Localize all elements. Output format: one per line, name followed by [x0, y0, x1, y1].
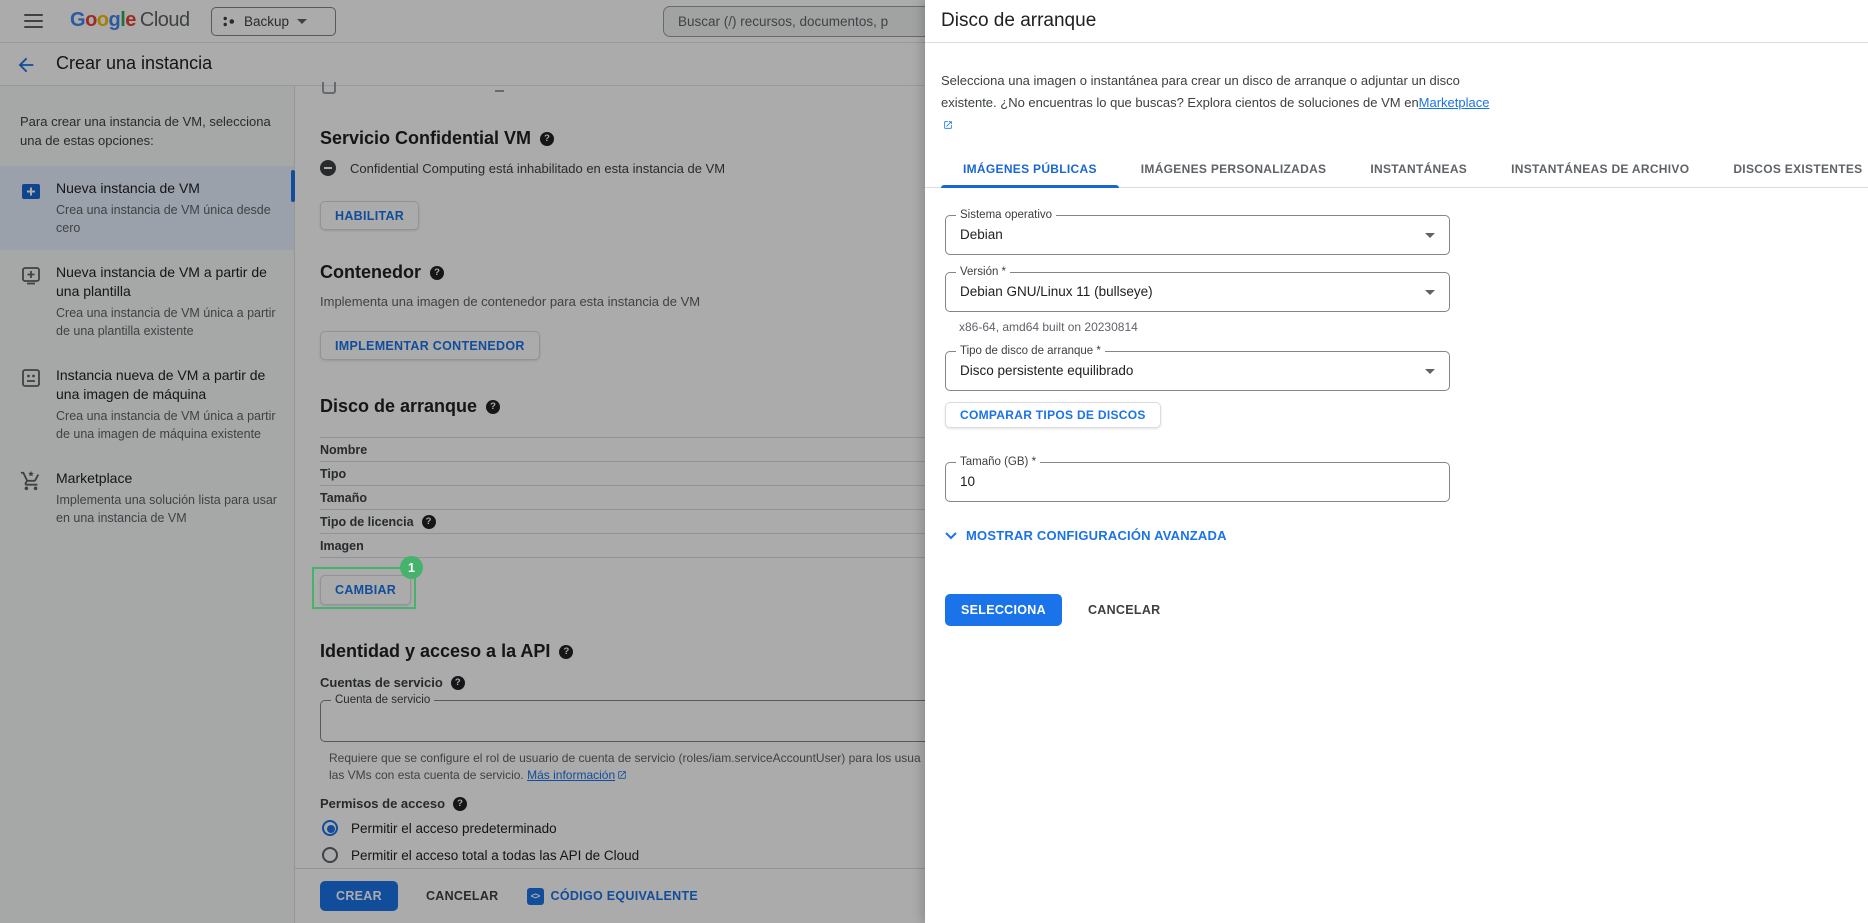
tab-public-images[interactable]: IMÁGENES PÚBLICAS	[941, 150, 1119, 187]
field-value: Debian GNU/Linux 11 (bullseye)	[946, 273, 1449, 311]
tab-snapshots[interactable]: INSTANTÁNEAS	[1348, 150, 1489, 187]
boot-disk-panel: Disco de arranque Selecciona una imagen …	[925, 0, 1868, 923]
field-value: Disco persistente equilibrado	[946, 352, 1449, 390]
gcp-console-screen: GoogleCloud Backup Crear una instancia P…	[0, 0, 1868, 923]
annotation-badge: 1	[400, 556, 423, 579]
select-button[interactable]: SELECCIONA	[945, 594, 1062, 626]
panel-description-text: Selecciona una imagen o instantánea para…	[941, 73, 1460, 110]
chevron-down-icon	[1425, 369, 1435, 374]
panel-description: Selecciona una imagen o instantánea para…	[941, 70, 1493, 137]
tab-existing-disks[interactable]: DISCOS EXISTENTES	[1711, 150, 1868, 187]
tab-custom-images[interactable]: IMÁGENES PERSONALIZADAS	[1119, 150, 1349, 187]
size-gb-field[interactable]: Tamaño (GB) * 10	[945, 462, 1450, 502]
os-select[interactable]: Sistema operativo Debian	[945, 215, 1450, 255]
version-helper: x86-64, amd64 built on 20230814	[959, 319, 1138, 336]
annotation-highlight-box	[312, 567, 416, 609]
field-label: Tipo de disco de arranque *	[956, 345, 1105, 357]
field-value: 10	[946, 463, 1449, 501]
advanced-toggle-label: MOSTRAR CONFIGURACIÓN AVANZADA	[966, 528, 1227, 543]
field-label: Versión *	[956, 266, 1010, 278]
show-advanced-config-toggle[interactable]: MOSTRAR CONFIGURACIÓN AVANZADA	[945, 528, 1227, 543]
field-label: Sistema operativo	[956, 209, 1056, 221]
panel-tabs: IMÁGENES PÚBLICAS IMÁGENES PERSONALIZADA…	[925, 150, 1868, 188]
field-value: Debian	[946, 216, 1449, 254]
tab-archive-snapshots[interactable]: INSTANTÁNEAS DE ARCHIVO	[1489, 150, 1711, 187]
chevron-down-icon	[1425, 233, 1435, 238]
panel-title: Disco de arranque	[941, 10, 1096, 32]
field-label: Tamaño (GB) *	[956, 456, 1040, 468]
external-link-icon	[943, 115, 953, 137]
version-select[interactable]: Versión * Debian GNU/Linux 11 (bullseye)	[945, 272, 1450, 312]
disk-type-select[interactable]: Tipo de disco de arranque * Disco persis…	[945, 351, 1450, 391]
compare-disk-types-button[interactable]: COMPARAR TIPOS DE DISCOS	[945, 402, 1161, 428]
chevron-down-icon	[945, 532, 957, 540]
panel-actions: SELECCIONA CANCELAR	[945, 594, 1161, 626]
chevron-down-icon	[1425, 290, 1435, 295]
panel-header: Disco de arranque	[925, 0, 1868, 43]
panel-cancel-button[interactable]: CANCELAR	[1088, 603, 1161, 617]
marketplace-link[interactable]: Marketplace	[1419, 95, 1490, 110]
